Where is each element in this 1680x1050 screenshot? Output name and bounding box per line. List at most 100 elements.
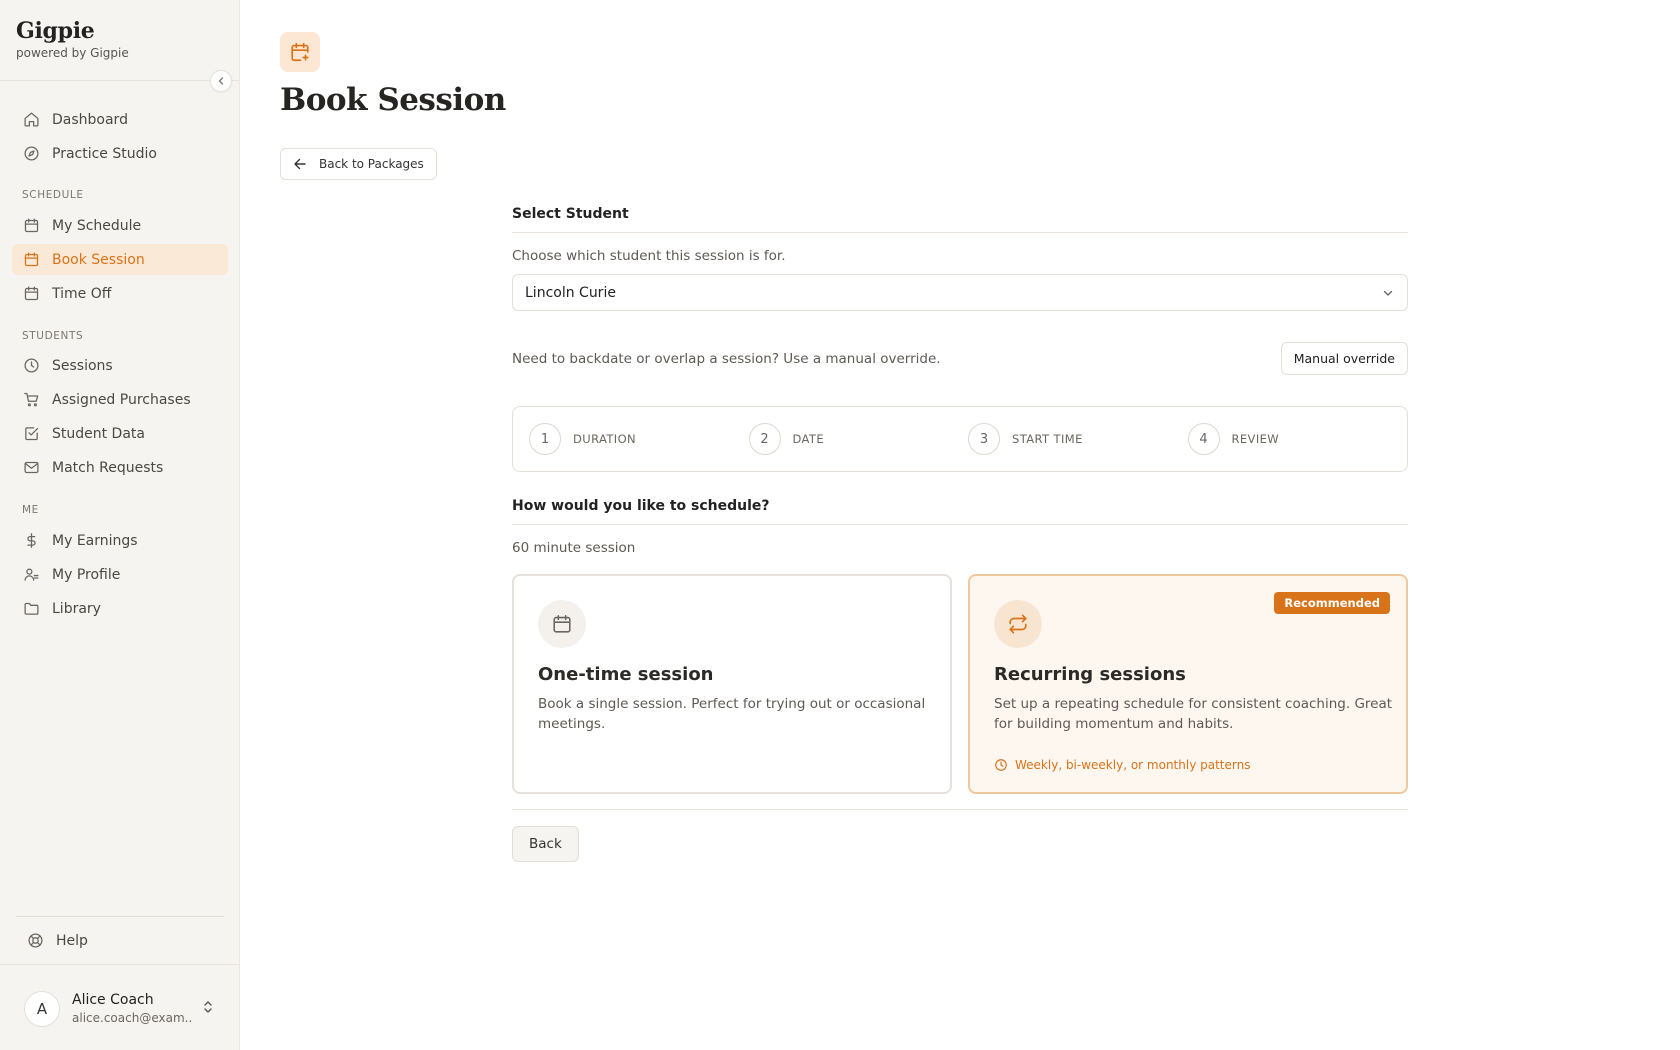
- step-label: DATE: [792, 432, 825, 446]
- compass-icon: [22, 145, 40, 163]
- select-student-help: Choose which student this session is for…: [512, 248, 786, 264]
- step-number: 4: [1187, 423, 1220, 455]
- sidebar-item-library[interactable]: Library: [12, 593, 228, 624]
- divider: [16, 916, 224, 917]
- sidebar-item-sessions[interactable]: Sessions: [12, 350, 228, 381]
- divider: [512, 232, 1408, 233]
- back-button[interactable]: Back: [512, 826, 579, 862]
- sidebar-item-label: Time Off: [52, 285, 112, 302]
- step-review: 4 REVIEW: [1187, 423, 1408, 455]
- sidebar-item-label: Practice Studio: [52, 145, 157, 162]
- sidebar-item-dashboard[interactable]: Dashboard: [12, 104, 228, 135]
- section-label-schedule: SCHEDULE: [22, 189, 84, 201]
- step-number: 2: [748, 423, 781, 455]
- checkbox-icon: [22, 425, 40, 443]
- clock-icon: [22, 357, 40, 375]
- lifebuoy-icon: [26, 932, 44, 950]
- chevron-left-icon: [218, 77, 224, 85]
- override-row: Need to backdate or overlap a session? U…: [512, 342, 1408, 375]
- sidebar-item-assigned-purchases[interactable]: Assigned Purchases: [12, 384, 228, 415]
- calendar-icon: [22, 217, 40, 235]
- user-email: alice.coach@exam...: [72, 1011, 192, 1025]
- sidebar-item-label: Sessions: [52, 357, 113, 374]
- chevron-up-down-icon: [204, 1001, 212, 1013]
- brand: Gigpie powered by Gigpie: [16, 18, 129, 60]
- step-date: 2 DATE: [748, 423, 969, 455]
- user-icon: [22, 566, 40, 584]
- clock-icon: [994, 758, 1008, 772]
- sidebar-item-label: Book Session: [52, 251, 145, 268]
- sidebar-item-label: Student Data: [52, 425, 145, 442]
- section-label-students: STUDENTS: [22, 330, 84, 342]
- sidebar-item-label: My Schedule: [52, 217, 142, 234]
- step-label: REVIEW: [1231, 432, 1280, 446]
- session-duration: 60 minute session: [512, 540, 636, 556]
- step-number: 3: [968, 423, 1000, 455]
- sidebar-item-my-profile[interactable]: My Profile: [12, 559, 228, 590]
- cart-icon: [22, 391, 40, 409]
- mail-icon: [22, 459, 40, 477]
- page-icon: [280, 32, 320, 72]
- calendar-icon: [538, 600, 586, 648]
- one-time-session-option[interactable]: One-time session Book a single session. …: [512, 574, 952, 794]
- sidebar-item-practice-studio[interactable]: Practice Studio: [12, 138, 228, 169]
- student-select-value: Lincoln Curie: [525, 284, 616, 301]
- option-note-text: Weekly, bi-weekly, or monthly patterns: [1015, 758, 1251, 772]
- schedule-title: How would you like to schedule?: [512, 498, 770, 514]
- brand-subtitle: powered by Gigpie: [16, 46, 129, 60]
- repeat-icon: [994, 600, 1042, 648]
- step-start-time: 3 START TIME: [968, 423, 1188, 455]
- sidebar-item-match-requests[interactable]: Match Requests: [12, 452, 228, 483]
- dollar-icon: [22, 532, 40, 550]
- option-note: Weekly, bi-weekly, or monthly patterns: [994, 758, 1250, 772]
- user-menu-button[interactable]: [200, 999, 216, 1019]
- step-label: DURATION: [573, 432, 637, 446]
- back-to-packages-label: Back to Packages: [319, 157, 424, 171]
- back-to-packages-button[interactable]: Back to Packages: [280, 148, 437, 180]
- home-icon: [22, 111, 40, 129]
- student-select[interactable]: Lincoln Curie: [512, 274, 1408, 311]
- sidebar-item-time-off[interactable]: Time Off: [12, 278, 228, 309]
- divider: [512, 524, 1408, 525]
- avatar[interactable]: A: [24, 991, 60, 1027]
- divider: [512, 809, 1408, 810]
- override-text: Need to backdate or overlap a session? U…: [512, 350, 941, 367]
- sidebar: Gigpie powered by Gigpie Dashboard Pract…: [0, 0, 240, 1050]
- sidebar-item-student-data[interactable]: Student Data: [12, 418, 228, 449]
- calendar-plus-icon: [291, 42, 309, 62]
- sidebar-item-book-session[interactable]: Book Session: [12, 244, 228, 275]
- chevron-down-icon: [1383, 290, 1393, 296]
- step-indicator: 1 DURATION 2 DATE 3 START TIME 4 REVIEW: [512, 406, 1408, 472]
- option-description: Set up a repeating schedule for consiste…: [994, 696, 1393, 732]
- divider: [0, 964, 239, 965]
- brand-name: Gigpie: [16, 18, 95, 44]
- user-name: Alice Coach: [72, 992, 154, 1008]
- sidebar-item-my-schedule[interactable]: My Schedule: [12, 210, 228, 241]
- select-student-title: Select Student: [512, 206, 629, 222]
- option-title: One-time session: [538, 664, 714, 685]
- sidebar-item-label: Assigned Purchases: [52, 391, 191, 408]
- calendar-plus-icon: [22, 251, 40, 269]
- sidebar-item-label: Help: [56, 932, 88, 949]
- recommended-badge: Recommended: [1274, 592, 1390, 614]
- sidebar-item-label: My Profile: [52, 566, 121, 583]
- sidebar-item-label: My Earnings: [52, 532, 138, 549]
- sidebar-item-label: Dashboard: [52, 111, 128, 128]
- divider: [0, 80, 239, 81]
- step-label: START TIME: [1012, 432, 1083, 446]
- manual-override-button[interactable]: Manual override: [1280, 342, 1408, 375]
- folder-icon: [22, 600, 40, 618]
- sidebar-item-label: Match Requests: [52, 459, 164, 476]
- calendar-icon: [22, 285, 40, 303]
- sidebar-item-label: Library: [52, 600, 101, 617]
- recurring-sessions-option[interactable]: Recommended Recurring sessions Set up a …: [968, 574, 1408, 794]
- collapse-sidebar-button[interactable]: [210, 70, 232, 92]
- step-number: 1: [529, 423, 561, 455]
- sidebar-item-my-earnings[interactable]: My Earnings: [12, 525, 228, 556]
- option-description: Book a single session. Perfect for tryin…: [538, 696, 926, 732]
- step-duration: 1 DURATION: [529, 423, 749, 455]
- sidebar-item-help[interactable]: Help: [16, 925, 232, 956]
- arrow-left-icon: [293, 157, 307, 171]
- section-label-me: ME: [22, 504, 39, 516]
- page-title: Book Session: [280, 82, 506, 118]
